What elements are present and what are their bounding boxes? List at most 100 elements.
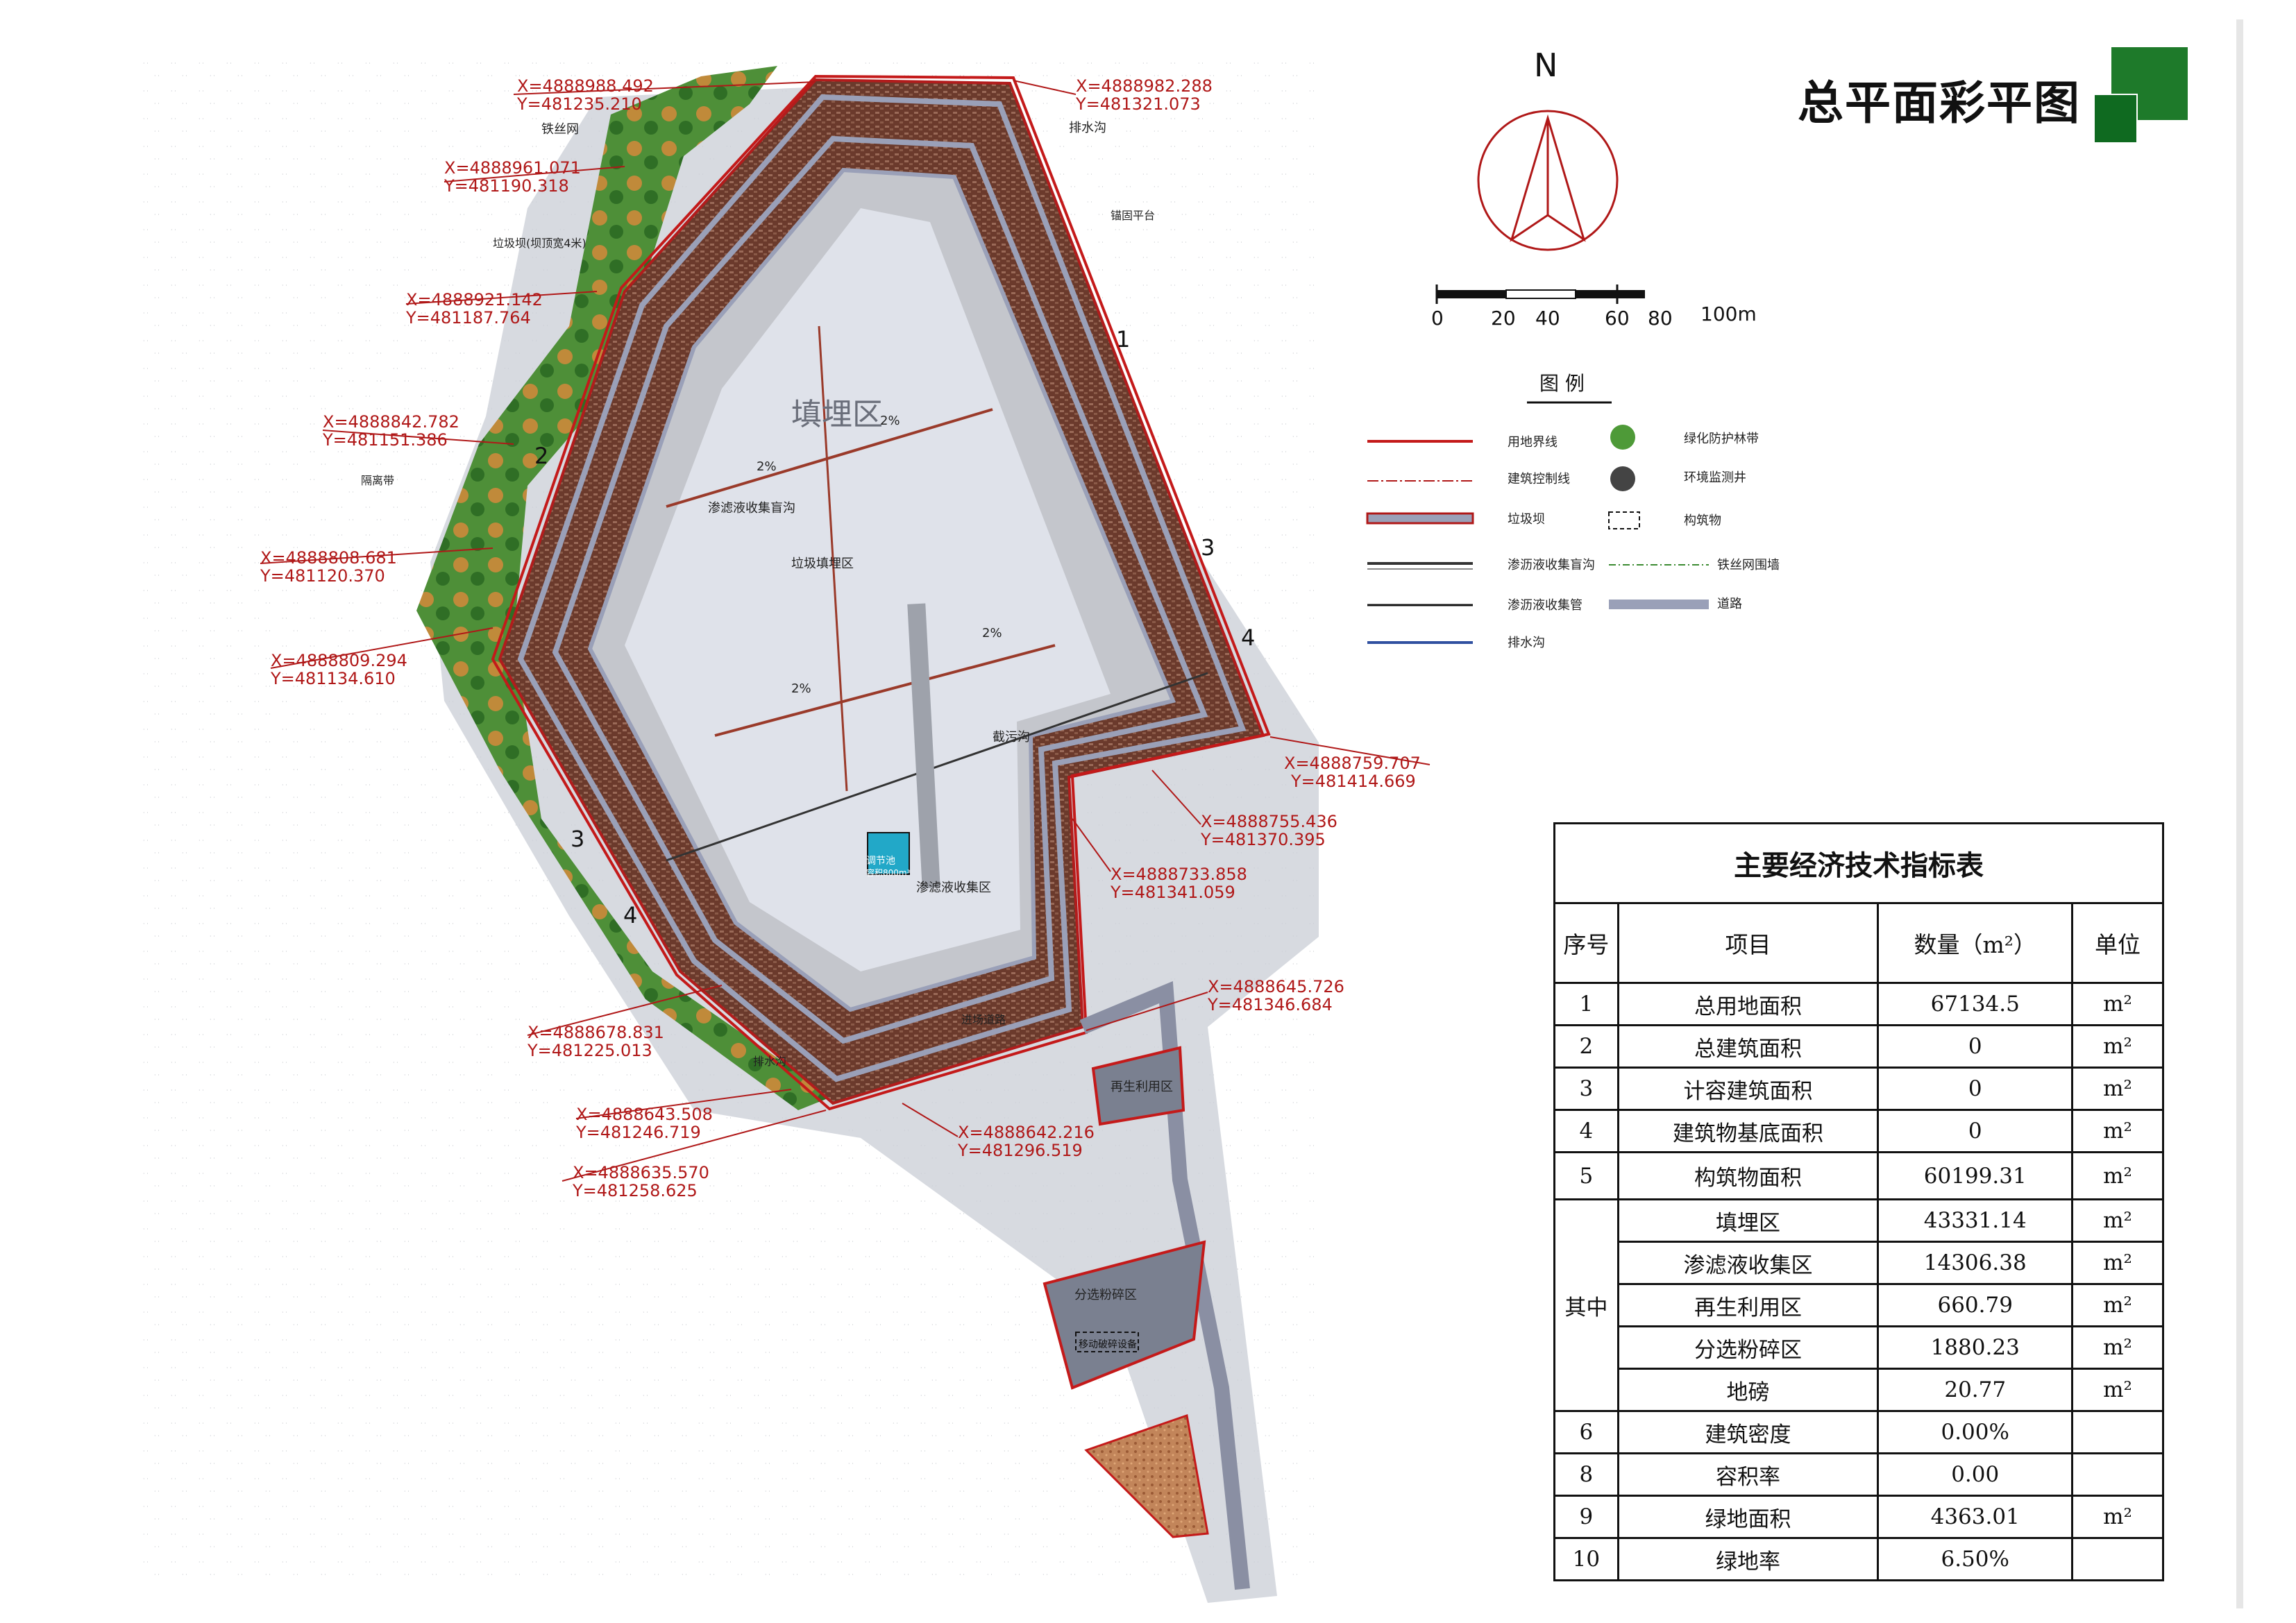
coord-y: Y=481296.519 — [957, 1141, 1083, 1160]
cell-unit: m² — [2071, 1067, 2164, 1111]
cell-no: 6 — [1553, 1410, 1619, 1454]
coord-y: Y=481134.610 — [270, 669, 396, 688]
logo-block-small — [2093, 94, 2138, 144]
coord-x: X=4888961.071 — [444, 158, 581, 178]
legend-label: 绿化防护林带 — [1684, 432, 1759, 446]
cell-unit: m² — [2071, 1198, 2164, 1243]
slope-1: 2% — [880, 414, 900, 428]
scale-tick: 20 — [1491, 307, 1516, 330]
legend-label: 渗沥液收集管 — [1508, 598, 1582, 613]
label-garbage-dam: 垃圾坝(坝顶宽4米) — [493, 237, 586, 250]
label-drain-low: 排水沟 — [753, 1055, 786, 1068]
legend-label: 建筑控制线 — [1508, 472, 1570, 486]
cell-no: 10 — [1553, 1537, 1619, 1581]
slope-4: 2% — [791, 681, 811, 696]
legend-label: 道路 — [1717, 597, 1742, 611]
table-row: 2 总建筑面积 0 m² — [1553, 1024, 2164, 1069]
table-row: 1 总用地面积 67134.5 m² — [1553, 982, 2164, 1026]
cell-item: 计容建筑面积 — [1617, 1067, 1880, 1111]
coord-x: X=4888678.831 — [527, 1023, 664, 1042]
cell-no: 9 — [1553, 1495, 1619, 1539]
slope-2: 2% — [757, 459, 777, 474]
cell-no: 1 — [1553, 982, 1619, 1026]
label-road: 进场道路 — [961, 1013, 1006, 1026]
coord-x: X=4888982.288 — [1076, 76, 1213, 96]
cell-unit: m² — [2071, 1024, 2164, 1069]
coord-x: X=4888808.681 — [260, 548, 397, 568]
cell-item: 渗滤液收集区 — [1617, 1241, 1880, 1285]
coord-x: X=4888809.294 — [271, 651, 407, 670]
coord-y: Y=481321.073 — [1075, 94, 1201, 114]
legend-label: 渗沥液收集盲沟 — [1508, 558, 1595, 572]
table-row: 8 容积率 0.00 — [1553, 1452, 2164, 1497]
coord-y: Y=481235.210 — [516, 94, 642, 114]
coord-y: Y=481190.318 — [444, 176, 569, 196]
cell-qty: 20.77 — [1877, 1368, 2074, 1412]
coord-x: X=4888759.707 — [1284, 754, 1421, 773]
section-mark: 3 — [571, 826, 584, 852]
table-row: 渗滤液收集区 14306.38 m² — [1555, 1241, 2164, 1285]
table-row: 3 计容建筑面积 0 m² — [1553, 1067, 2164, 1111]
north-arrow: N — [1477, 46, 1619, 251]
coord-y: Y=481341.059 — [1110, 883, 1235, 902]
legend-label: 排水沟 — [1508, 636, 1545, 650]
scale-tick: 100m — [1700, 303, 1757, 325]
cell-unit: m² — [2071, 1368, 2164, 1412]
coord-x: X=4888755.436 — [1201, 812, 1337, 831]
scale-bar: 0 20 40 60 80 100m — [1431, 284, 1757, 330]
cell-unit: m² — [2071, 1325, 2164, 1370]
indicator-table: 主要经济技术指标表 序号 项目 数量（m²） 单位 1 总用地面积 67134.… — [1553, 822, 2164, 1581]
leachate-zone-label: 渗滤液收集区 — [916, 881, 991, 895]
coord-y: Y=481120.370 — [260, 566, 385, 586]
legend: 图 例 用地界线 绿化防护林带 建筑控制线 环境监测井 垃圾坝 构筑物 渗沥液收… — [1366, 372, 1780, 650]
legend-label: 用地界线 — [1508, 435, 1558, 450]
header-no: 序号 — [1553, 902, 1619, 984]
header-qty: 数量（m²） — [1877, 902, 2074, 984]
cell-item: 建筑密度 — [1617, 1410, 1880, 1454]
sewage-label: 截污沟 — [993, 730, 1030, 745]
legend-label: 环境监测井 — [1684, 470, 1746, 485]
cell-item: 容积率 — [1617, 1452, 1880, 1497]
coord-y: Y=481414.669 — [1290, 772, 1416, 791]
cell-no: 3 — [1553, 1067, 1619, 1111]
label-wire-fence: 铁丝网 — [541, 122, 579, 137]
cell-qty: 660.79 — [1877, 1283, 2074, 1327]
table-row: 地磅 20.77 m² — [1555, 1368, 2164, 1412]
cell-qty: 0 — [1877, 1109, 2074, 1153]
coord-x: X=4888643.508 — [576, 1105, 713, 1124]
cell-qty: 14306.38 — [1877, 1241, 2074, 1285]
sorting-zone-label: 分选粉碎区 — [1074, 1288, 1137, 1302]
cell-item: 绿地面积 — [1617, 1495, 1880, 1539]
section-mark: 4 — [623, 902, 637, 928]
cell-qty: 0 — [1877, 1067, 2074, 1111]
legend-title: 图 例 — [1539, 372, 1585, 395]
pool-label: 调节池 — [866, 856, 895, 867]
cell-qty: 43331.14 — [1877, 1198, 2074, 1243]
coord-y: Y=481187.764 — [405, 308, 531, 328]
table-row: 其中 填埋区 43331.14 m² — [1553, 1198, 2164, 1412]
scale-tick: 60 — [1605, 307, 1630, 330]
cell-no: 2 — [1553, 1024, 1619, 1069]
coord-y: Y=481225.013 — [527, 1041, 652, 1060]
header-item: 项目 — [1617, 902, 1880, 984]
cell-item: 再生利用区 — [1617, 1283, 1880, 1327]
table-row: 9 绿地面积 4363.01 m² — [1553, 1495, 2164, 1539]
coord-x: X=4888988.492 — [517, 76, 654, 96]
leachate-ditch-label: 渗滤液收集盲沟 — [708, 501, 795, 516]
table-row: 分选粉碎区 1880.23 m² — [1555, 1325, 2164, 1370]
cell-unit — [2071, 1537, 2164, 1581]
label-drain-ditch: 排水沟 — [1069, 121, 1106, 135]
label-isolation-belt: 隔离带 — [361, 474, 394, 487]
cell-unit: m² — [2071, 1283, 2164, 1327]
cell-item: 分选粉碎区 — [1617, 1325, 1880, 1370]
north-letter: N — [1534, 46, 1558, 84]
pool-vol: 容积800m³ — [866, 867, 911, 878]
cell-qty: 6.50% — [1877, 1537, 2074, 1581]
coord-y: Y=481370.395 — [1200, 830, 1326, 849]
legend-label: 铁丝网围墙 — [1717, 558, 1780, 572]
cell-item: 填埋区 — [1617, 1198, 1880, 1243]
label-berm: 锚固平台 — [1111, 209, 1155, 222]
cell-unit: m² — [2071, 1495, 2164, 1539]
cell-unit: m² — [2071, 982, 2164, 1026]
cell-qty: 0 — [1877, 1024, 2074, 1069]
